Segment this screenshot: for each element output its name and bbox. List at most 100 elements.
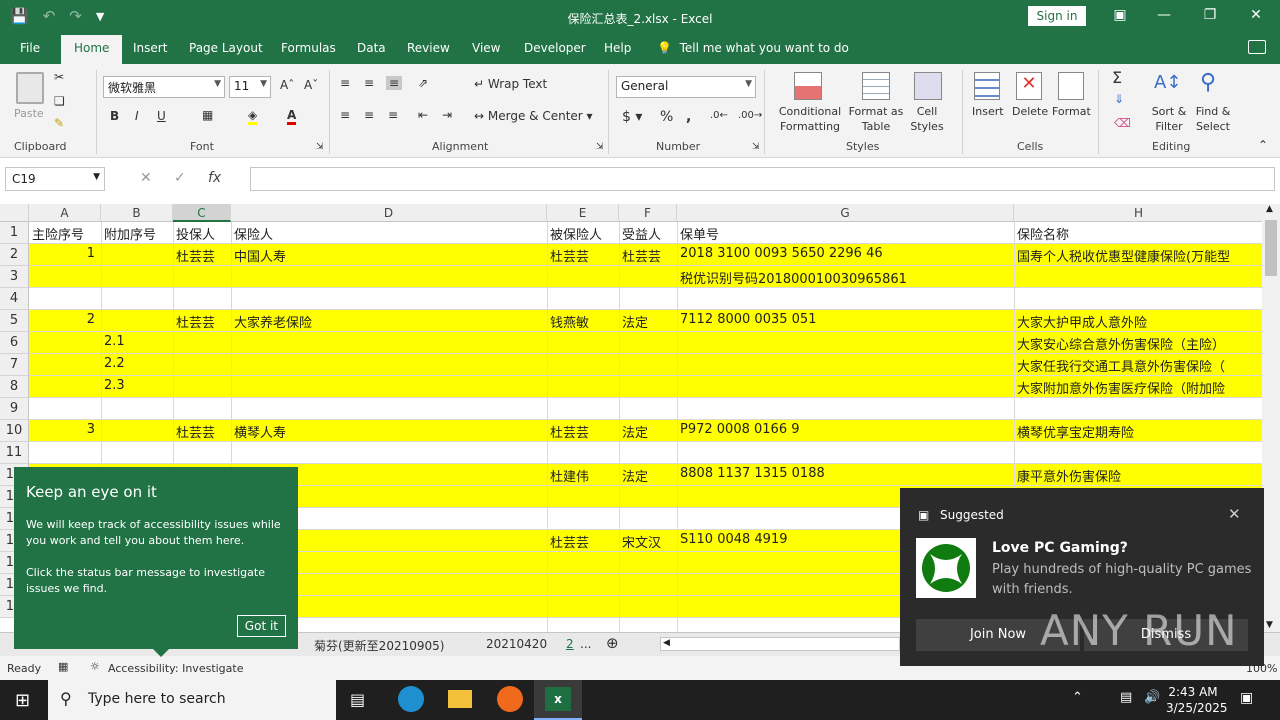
tab-help[interactable]: Help: [604, 41, 631, 55]
cell[interactable]: [101, 310, 173, 332]
got-it-button[interactable]: Got it: [236, 615, 286, 637]
cell[interactable]: [231, 398, 547, 420]
cell[interactable]: 2018 3100 0093 5650 2296 46: [677, 244, 1014, 266]
name-box[interactable]: C19 ▼: [5, 167, 105, 191]
accessibility-icon[interactable]: ☼: [90, 660, 100, 673]
restore-icon[interactable]: ❐: [1200, 7, 1220, 23]
cell[interactable]: [619, 486, 677, 508]
insert-cells-label[interactable]: Insert: [972, 104, 1004, 119]
cell[interactable]: [231, 442, 547, 464]
tell-me-search[interactable]: 💡 Tell me what you want to do: [657, 41, 849, 55]
cell[interactable]: P972 0008 0166 9: [677, 420, 1014, 442]
cell[interactable]: 投保人: [173, 222, 231, 244]
cell[interactable]: [1014, 266, 1262, 288]
delete-cells-label[interactable]: Delete: [1012, 104, 1048, 119]
tab-developer[interactable]: Developer: [524, 41, 586, 55]
cell[interactable]: 1: [29, 244, 101, 266]
column-header-a[interactable]: A: [29, 204, 101, 222]
comments-icon[interactable]: [1248, 40, 1266, 54]
align-top-icon[interactable]: ≡: [340, 76, 350, 90]
wrap-text-icon[interactable]: ↵ Wrap Text: [474, 77, 547, 91]
increase-font-icon[interactable]: Aˆ: [280, 78, 294, 92]
cell[interactable]: [619, 398, 677, 420]
cell[interactable]: [173, 266, 231, 288]
edge-icon[interactable]: [398, 686, 424, 712]
sign-in-button[interactable]: Sign in: [1028, 6, 1086, 26]
cell[interactable]: [231, 354, 547, 376]
column-header-f[interactable]: F: [619, 204, 677, 222]
cell[interactable]: 大家附加意外伤害医疗保险（附加险: [1014, 376, 1262, 398]
dialog-launcher-icon[interactable]: ⇲: [596, 142, 604, 152]
sheet-tab-active[interactable]: 2: [566, 637, 574, 651]
cell[interactable]: [231, 376, 547, 398]
task-view-icon[interactable]: ▤: [350, 690, 365, 709]
cell[interactable]: [547, 398, 619, 420]
format-as-table-label[interactable]: Format as Table: [846, 104, 906, 134]
close-icon[interactable]: ✕: [1246, 7, 1266, 23]
row-header[interactable]: 11: [0, 442, 29, 464]
row-header[interactable]: 10: [0, 420, 29, 442]
cell[interactable]: [29, 288, 101, 310]
taskbar-clock[interactable]: 2:43 AM 3/25/2025: [1166, 684, 1228, 716]
italic-icon[interactable]: I: [135, 109, 139, 123]
cell[interactable]: [619, 574, 677, 596]
cell[interactable]: [547, 266, 619, 288]
underline-icon[interactable]: U: [157, 109, 166, 123]
cell[interactable]: 中国人寿: [231, 244, 547, 266]
format-cells-label[interactable]: Format: [1052, 104, 1091, 119]
cell[interactable]: 横琴人寿: [231, 420, 547, 442]
cell[interactable]: [29, 376, 101, 398]
cell[interactable]: [231, 266, 547, 288]
column-header-c[interactable]: C: [173, 204, 231, 222]
cell[interactable]: [547, 354, 619, 376]
cell-styles-icon[interactable]: [914, 72, 942, 100]
cell[interactable]: 国寿个人税收优惠型健康保险(万能型: [1014, 244, 1262, 266]
paste-icon[interactable]: [16, 72, 44, 104]
network-icon[interactable]: ▤: [1120, 690, 1132, 705]
cell[interactable]: [29, 354, 101, 376]
more-sheets[interactable]: ...: [580, 637, 591, 651]
minimize-icon[interactable]: —: [1154, 7, 1174, 23]
cell[interactable]: 杜芸芸: [547, 420, 619, 442]
cell[interactable]: [547, 332, 619, 354]
cell[interactable]: [547, 574, 619, 596]
cell-styles-label[interactable]: Cell Styles: [904, 104, 950, 134]
add-sheet-icon[interactable]: ⊕: [606, 634, 619, 652]
cell[interactable]: 钱燕敏: [547, 310, 619, 332]
formula-input[interactable]: [250, 167, 1275, 191]
cell[interactable]: 大家任我行交通工具意外伤害保险（: [1014, 354, 1262, 376]
row-header[interactable]: 3: [0, 266, 29, 288]
column-header-g[interactable]: G: [677, 204, 1014, 222]
cell[interactable]: [101, 442, 173, 464]
cell[interactable]: 附加序号: [101, 222, 173, 244]
row-header[interactable]: 6: [0, 332, 29, 354]
select-all-corner[interactable]: [0, 204, 29, 222]
decrease-font-icon[interactable]: Aˇ: [304, 78, 318, 92]
align-bottom-icon[interactable]: ≡: [386, 76, 403, 90]
cell[interactable]: [173, 354, 231, 376]
find-select-icon[interactable]: ⚲: [1200, 70, 1216, 95]
scroll-down-icon[interactable]: ▼: [1266, 620, 1273, 630]
align-right-icon[interactable]: ≡: [388, 108, 398, 122]
cell[interactable]: 2.1: [101, 332, 173, 354]
cell[interactable]: [677, 442, 1014, 464]
dialog-launcher-icon[interactable]: ⇲: [316, 142, 324, 152]
accessibility-status[interactable]: Accessibility: Investigate: [108, 662, 244, 675]
row-header[interactable]: 7: [0, 354, 29, 376]
cell[interactable]: 8808 1137 1315 0188: [677, 464, 1014, 486]
cell[interactable]: [1014, 398, 1262, 420]
row-header[interactable]: 9: [0, 398, 29, 420]
cell[interactable]: [101, 288, 173, 310]
orientation-icon[interactable]: ⇗: [418, 76, 428, 90]
cell[interactable]: [677, 288, 1014, 310]
sheet-tab-1[interactable]: 菊芬(更新至20210905): [314, 637, 444, 654]
tab-page-layout[interactable]: Page Layout: [189, 41, 263, 55]
enter-icon[interactable]: ✓: [174, 170, 186, 186]
cell[interactable]: [173, 288, 231, 310]
cell[interactable]: [101, 420, 173, 442]
font-size-select[interactable]: 11 ▼: [229, 76, 271, 98]
cell[interactable]: [619, 288, 677, 310]
volume-icon[interactable]: 🔊: [1144, 690, 1160, 705]
cell[interactable]: [101, 398, 173, 420]
sheet-tab-2[interactable]: 20210420: [486, 637, 547, 651]
